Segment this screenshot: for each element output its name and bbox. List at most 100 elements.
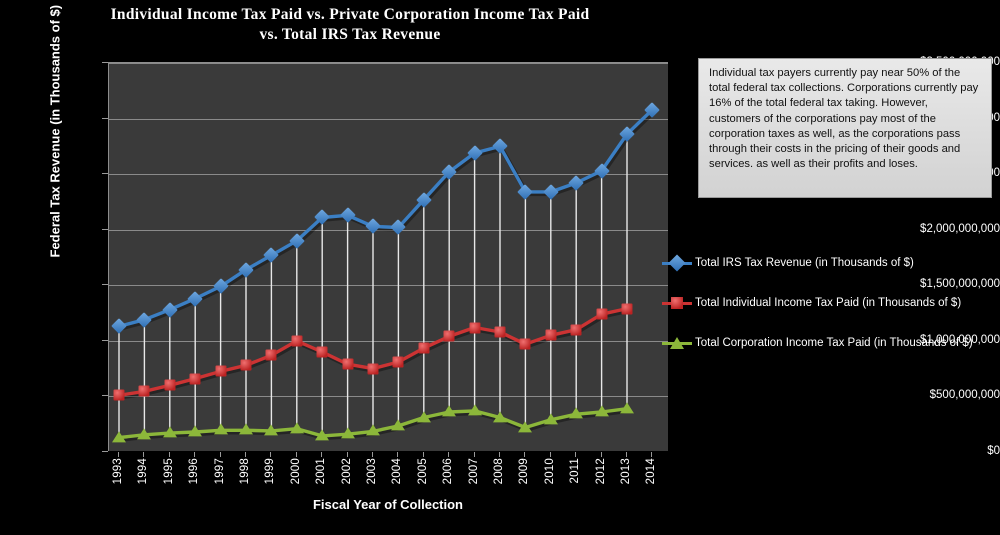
x-axis-tick-label: 2001 — [315, 458, 328, 485]
x-axis-tick-label: 2005 — [416, 458, 429, 485]
x-axis-tick-label: 2007 — [467, 458, 480, 485]
data-point-marker — [493, 410, 507, 422]
x-axis-tick-label: 2011 — [569, 458, 582, 484]
x-axis-tick-label: 2010 — [543, 458, 556, 485]
x-axis-tick-mark — [448, 452, 450, 457]
x-axis-tick-mark — [651, 452, 653, 457]
plot-area — [108, 62, 668, 451]
legend-marker — [670, 337, 684, 349]
annotation-textbox: Individual tax payers currently pay near… — [698, 58, 992, 198]
y-axis-tick-mark — [102, 117, 108, 119]
x-axis-tick-label: 2004 — [391, 458, 404, 485]
y-axis-tick-label: $0 — [987, 445, 1000, 457]
x-axis-tick-mark — [397, 452, 399, 457]
triangle-marker-icon — [662, 336, 692, 350]
x-axis-tick-label: 2006 — [442, 458, 455, 485]
x-axis-tick-mark — [245, 452, 246, 457]
x-axis-tick-mark — [118, 452, 119, 457]
y-axis-tick-mark — [102, 62, 108, 63]
x-axis-tick-mark — [499, 452, 500, 457]
x-axis-tick-label: 1997 — [213, 458, 226, 485]
data-point-marker — [418, 342, 430, 354]
data-point-marker — [494, 326, 506, 338]
data-point-marker — [366, 424, 380, 436]
x-axis-tick-mark — [168, 452, 170, 457]
x-axis-tick-mark — [143, 452, 145, 457]
x-axis-tick-label: 1995 — [162, 458, 175, 485]
x-axis-tick-label: 2000 — [289, 458, 302, 485]
data-point-marker — [467, 404, 482, 416]
data-point-marker — [519, 338, 531, 350]
legend-item-2[interactable]: Total Individual Income Tax Paid (in Tho… — [662, 283, 998, 323]
x-axis-tick-label: 1993 — [112, 458, 124, 485]
chart-title-line-2: vs. Total IRS Tax Revenue — [259, 26, 441, 43]
series-canvas — [118, 108, 656, 442]
legend-item-1[interactable]: Total IRS Tax Revenue (in Thousands of $… — [662, 243, 998, 283]
legend-item-label: Total Individual Income Tax Paid (in Tho… — [695, 297, 962, 309]
data-point-marker — [596, 308, 608, 320]
x-axis-tick-label: 1996 — [188, 458, 201, 485]
data-point-marker — [342, 358, 354, 370]
x-axis-tick-mark — [524, 452, 526, 457]
chart-screenshot: Individual Income Tax Paid vs. Private C… — [0, 0, 1000, 535]
data-point-marker — [469, 322, 481, 334]
data-point-marker — [265, 349, 277, 361]
data-point-marker — [162, 426, 177, 438]
data-point-marker — [215, 365, 227, 377]
x-axis-tick-mark — [422, 452, 424, 457]
data-point-marker — [569, 407, 584, 419]
data-point-marker — [545, 329, 557, 341]
legend-marker — [668, 254, 686, 272]
data-point-marker — [240, 359, 252, 371]
plot-inner — [109, 63, 668, 451]
y-axis-title: Federal Tax Revenue (in Thousands of $) — [47, 4, 63, 258]
x-axis-tick-mark — [600, 452, 602, 457]
data-point-marker — [621, 303, 633, 315]
data-point-marker — [340, 427, 355, 439]
x-axis-tick-mark — [194, 452, 196, 457]
data-point-marker — [391, 419, 406, 431]
x-axis-tick-label: 2009 — [518, 458, 531, 485]
data-point-marker — [289, 422, 304, 434]
data-point-marker — [570, 324, 582, 336]
x-axis-tick-label: 1999 — [264, 458, 277, 485]
legend-item-label: Total Corporation Income Tax Paid (in Th… — [695, 337, 973, 349]
data-point-marker — [367, 363, 379, 375]
data-point-marker — [113, 389, 125, 401]
x-axis-tick-mark — [295, 452, 297, 457]
y-axis-tick-mark — [102, 451, 108, 452]
x-axis-tick-label: 2013 — [620, 458, 632, 485]
data-point-marker — [138, 385, 150, 397]
legend-item-label: Total IRS Tax Revenue (in Thousands of $… — [695, 257, 914, 269]
x-axis-tick-mark — [626, 452, 627, 457]
x-axis-tick-mark — [346, 452, 348, 457]
data-point-marker — [188, 425, 203, 437]
x-axis-tick-mark — [219, 452, 221, 457]
x-axis-title: Fiscal Year of Collection — [312, 497, 464, 512]
data-point-marker — [443, 330, 455, 342]
data-point-marker — [315, 429, 330, 441]
data-point-marker — [518, 420, 533, 432]
data-point-marker — [137, 428, 152, 440]
x-axis-tick-label: 2008 — [493, 458, 505, 485]
x-axis-tick-label: 2002 — [340, 458, 353, 485]
x-axis-tick-mark — [270, 452, 272, 457]
data-point-marker — [264, 424, 279, 436]
y-axis-tick-mark — [102, 228, 108, 230]
x-axis-tick-label: 2012 — [594, 458, 607, 485]
x-axis-tick-label: 2014 — [645, 458, 658, 485]
data-point-marker — [594, 405, 609, 417]
data-point-marker — [416, 410, 431, 422]
x-axis-tick-mark — [321, 452, 323, 457]
diamond-marker-icon — [662, 254, 692, 272]
x-axis-tick-mark — [575, 452, 577, 457]
y-axis-tick-mark — [102, 284, 108, 286]
x-axis-tick-label: 1998 — [239, 458, 251, 485]
chart-title-line-1: Individual Income Tax Paid vs. Private C… — [110, 6, 590, 23]
x-axis-tick-label: 2003 — [366, 458, 378, 485]
chart-legend: Total IRS Tax Revenue (in Thousands of $… — [662, 243, 998, 363]
legend-item-3[interactable]: Total Corporation Income Tax Paid (in Th… — [662, 323, 998, 363]
data-point-marker — [189, 373, 201, 385]
x-axis-tick-mark — [372, 452, 373, 457]
square-marker-icon — [662, 296, 692, 310]
